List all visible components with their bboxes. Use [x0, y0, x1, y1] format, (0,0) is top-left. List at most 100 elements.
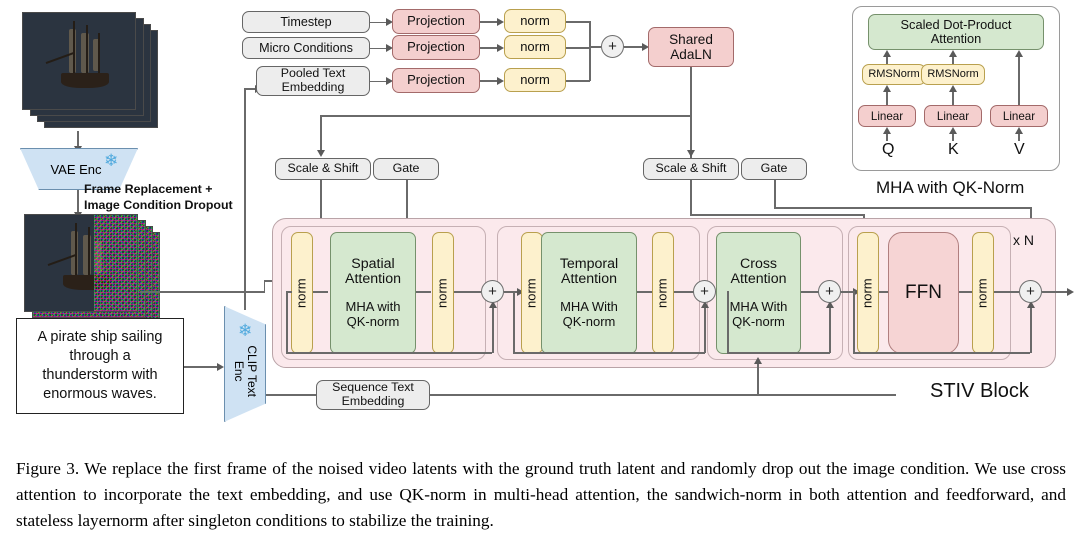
line-norm-spatial-to-att — [313, 291, 328, 293]
arrowhead-adaln-left — [317, 150, 325, 157]
projection-box-timestep: Projection — [392, 9, 480, 34]
gate-box-left: Gate — [373, 158, 439, 180]
gate-label-right: Gate — [760, 161, 788, 176]
linear-k-box: Linear — [924, 105, 982, 127]
line-scaleshift-right-down — [690, 180, 692, 215]
sdpa-line1: Scaled Dot-Product — [900, 16, 1012, 32]
sum-node-ffn-residual: + — [1019, 280, 1042, 303]
arrowhead-prompt-to-clip — [217, 362, 224, 371]
norm-temporal-pre-label: norm — [523, 278, 539, 308]
norm-spatial-post: norm — [432, 232, 454, 354]
pooled-text-embedding-label: Pooled Text Embedding — [280, 66, 346, 94]
projection-box-micro: Projection — [392, 35, 480, 60]
arrowhead-proj2-to-norm — [497, 43, 504, 52]
line-proj2-to-norm — [480, 47, 498, 49]
spatial-attention-box: Spatial Attention MHA with QK-norm — [330, 232, 416, 354]
arrowhead-lineark-to-rms — [949, 85, 957, 92]
line-norm-merge-vertical — [589, 21, 591, 81]
line-norm-temporal-post-out — [674, 291, 694, 293]
line-proj1-to-norm — [480, 21, 498, 23]
noised-video-latents-stack — [24, 214, 164, 332]
line-timestep-to-proj — [370, 21, 387, 23]
line-gate-right-down — [774, 180, 776, 208]
line-proj3-to-norm — [480, 80, 498, 82]
norm-label-2: norm — [520, 38, 550, 54]
norm-label-3: norm — [520, 71, 550, 87]
norm-box-timestep: norm — [504, 9, 566, 33]
line-block-output — [1042, 291, 1068, 293]
norm-temporal-pre: norm — [521, 232, 543, 354]
frame-replacement-note: Frame Replacement + Image Condition Drop… — [84, 182, 264, 213]
projection-box-pooled: Projection — [392, 68, 480, 93]
snowflake-icon: ❄ — [104, 151, 119, 170]
norm-label-1: norm — [520, 12, 550, 28]
line-residual3-left — [727, 291, 729, 353]
rmsnorm-q-box: RMSNorm — [862, 64, 926, 85]
scale-shift-label-right: Scale & Shift — [655, 161, 727, 176]
line-clip-to-pooled-up — [244, 88, 246, 310]
norm-spatial-post-label: norm — [434, 278, 450, 308]
line-adaln-bus-left-down — [320, 115, 322, 152]
linear-v-label: Linear — [1002, 109, 1036, 123]
rmsnorm-k-box: RMSNorm — [921, 64, 985, 85]
temporal-attention-sub1: MHA With — [560, 299, 618, 315]
mha-panel-title: MHA with QK-Norm — [876, 178, 1025, 197]
sum-symbol-4: + — [1026, 283, 1035, 300]
norm-spatial-pre-label: norm — [293, 278, 309, 308]
line-residual1-bottom — [286, 352, 492, 354]
norm-spatial-pre: norm — [291, 232, 313, 354]
line-adaln-down — [690, 67, 692, 159]
line-latents-up — [263, 280, 265, 292]
line-gate-right-across — [774, 207, 1032, 209]
sum-node-temporal-residual: + — [693, 280, 716, 303]
arrowhead-v-to-linear — [1015, 127, 1023, 134]
line-micro-to-proj — [370, 47, 387, 49]
arrowhead-seqtext-to-cross — [754, 357, 762, 364]
cross-attention-line2: Attention — [730, 271, 787, 288]
norm-ffn-pre: norm — [857, 232, 879, 354]
line-residual2-left — [513, 291, 515, 353]
text-prompt-value: A pirate ship sailing through a thunders… — [37, 328, 163, 403]
temporal-attention-sub2: QK-norm — [562, 313, 616, 329]
rmsnorm-q-label: RMSNorm — [868, 68, 920, 81]
arrowhead-linearv-to-sdpa — [1015, 50, 1023, 57]
line-plus-to-adaln — [624, 46, 643, 48]
line-residual3-bottom — [727, 352, 830, 354]
arrowhead-q-to-linear — [883, 127, 891, 134]
value-input-label: V — [1014, 141, 1025, 158]
line-temporal-att-to-norm — [637, 291, 652, 293]
figure-3-architecture-diagram: VAE Enc ❄ Frame Replacement + Image Cond… — [0, 0, 1080, 540]
norm-box-micro: norm — [504, 35, 566, 59]
temporal-attention-line1: Temporal — [559, 255, 619, 272]
line-norm1-out — [566, 21, 590, 23]
spatial-attention-sub2: QK-norm — [346, 313, 400, 329]
query-input-label: Q — [882, 141, 895, 158]
line-adaln-bus — [320, 115, 691, 117]
micro-conditions-label: Micro Conditions — [259, 40, 353, 55]
sequence-text-embedding-box: Sequence Text Embedding — [316, 380, 430, 410]
linear-v-box: Linear — [990, 105, 1048, 127]
arrowhead-adaln-right — [687, 150, 695, 157]
norm-ffn-pre-label: norm — [859, 278, 875, 308]
frame-replacement-note-line-2: Image Condition Dropout — [84, 197, 233, 212]
line-ffn-to-norm — [959, 291, 973, 293]
cross-attention-line1: Cross — [739, 255, 778, 272]
line-merge-to-plus — [589, 46, 601, 48]
timestep-box: Timestep — [242, 11, 370, 33]
scale-shift-box-left: Scale & Shift — [275, 158, 371, 180]
line-residual1-up-to-plus — [492, 305, 494, 353]
sum-symbol-3: + — [825, 283, 834, 300]
sum-node-cross-residual: + — [818, 280, 841, 303]
arrowhead-rmsk-to-sdpa — [949, 50, 957, 57]
cross-attention-box: Cross Attention MHA With QK-norm — [716, 232, 801, 354]
key-input-label: K — [948, 141, 959, 158]
ffn-box: FFN — [888, 232, 959, 354]
line-seqtext-up-to-cross — [757, 362, 759, 395]
line-pooled-to-proj — [370, 80, 387, 82]
temporal-attention-line2: Attention — [560, 271, 617, 288]
line-linearv-to-sdpa — [1018, 55, 1020, 105]
line-norm2-out — [566, 47, 590, 49]
line-residual4-bottom — [853, 352, 1030, 354]
pooled-text-embedding-box: Pooled Text Embedding — [256, 66, 370, 96]
spatial-attention-line2: Attention — [344, 271, 401, 288]
